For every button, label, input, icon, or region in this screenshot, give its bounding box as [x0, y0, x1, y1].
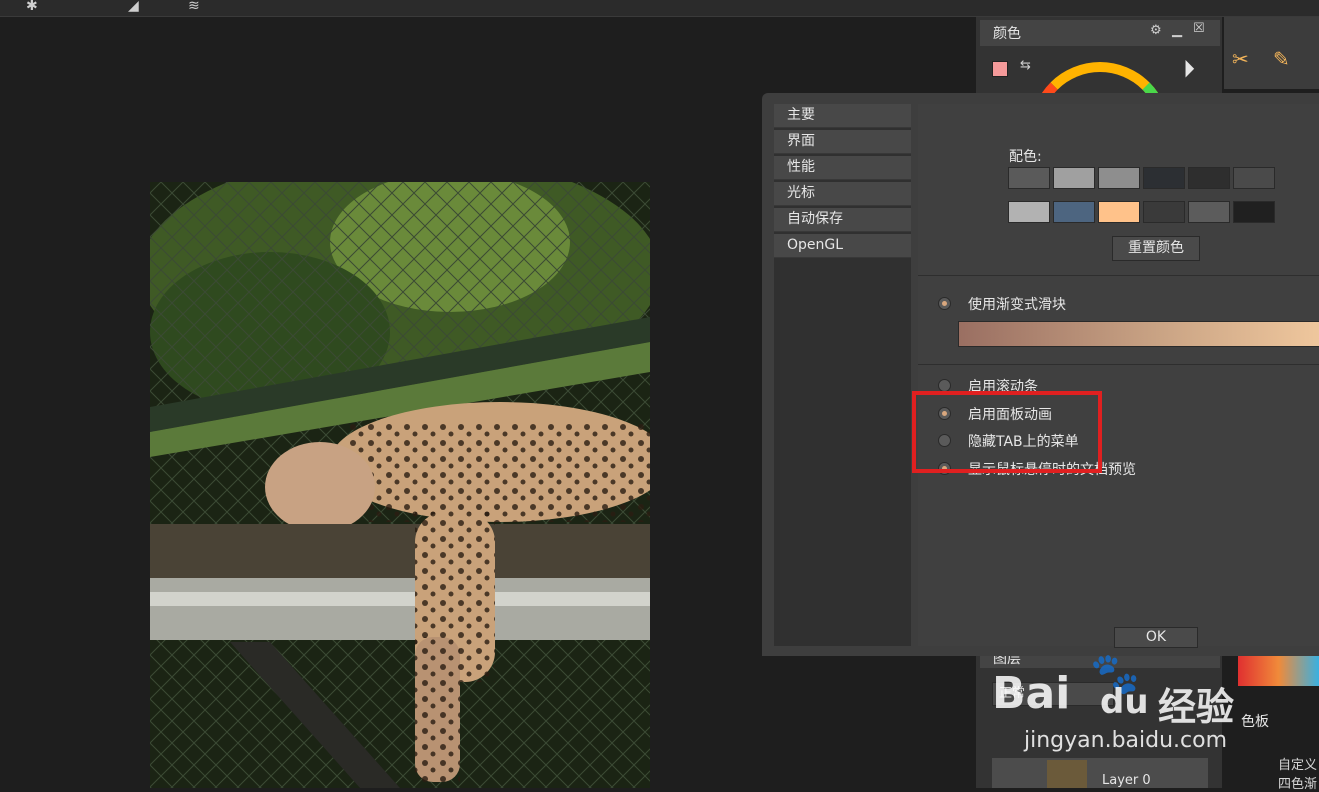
tools-icon[interactable]: ✂: [1232, 47, 1249, 71]
scheme-swatch[interactable]: [1233, 201, 1275, 223]
layer-thumbnail: [1047, 760, 1087, 788]
watermark-du: du: [1100, 682, 1149, 722]
fill-icon[interactable]: ≋: [188, 0, 200, 14]
gradient-slider-preview[interactable]: [958, 321, 1319, 347]
palette-item[interactable]: 自定义: [1278, 754, 1317, 773]
reset-colors-button[interactable]: 重置颜色: [1112, 236, 1200, 261]
scheme-swatch[interactable]: [1143, 167, 1185, 189]
watermark-jingyan: 经验: [1158, 685, 1235, 729]
watermark-url: jingyan.baidu.com: [1024, 728, 1228, 753]
foreground-color-swatch[interactable]: [992, 61, 1008, 77]
separator: [918, 275, 1319, 276]
canvas-image: [150, 182, 650, 788]
separator: [918, 364, 1319, 365]
brush-settings-icon[interactable]: ✎: [1273, 47, 1290, 71]
brush-icon[interactable]: ✱: [26, 0, 38, 14]
swap-colors-icon[interactable]: ⇆: [1020, 58, 1031, 73]
gradient-slider-radio[interactable]: [938, 297, 951, 310]
triangle-icon[interactable]: ◢: [128, 0, 139, 14]
palette-preview: [1238, 656, 1319, 686]
scheme-swatch[interactable]: [1008, 167, 1050, 189]
play-icon[interactable]: ⏵: [1183, 55, 1195, 83]
scheme-swatch[interactable]: [1053, 201, 1095, 223]
nav-item-performance[interactable]: 性能: [774, 156, 911, 180]
scheme-swatch[interactable]: [1053, 167, 1095, 189]
nav-item-interface[interactable]: 界面: [774, 130, 911, 154]
layer-row[interactable]: [992, 758, 1208, 788]
scheme-swatch[interactable]: [1143, 201, 1185, 223]
scheme-swatch[interactable]: [1008, 201, 1050, 223]
palette-panel-title: 色板: [1241, 714, 1269, 730]
close-icon[interactable]: ☒: [1193, 21, 1205, 36]
color-scheme-label: 配色:: [1009, 149, 1042, 165]
scheme-swatch[interactable]: [1188, 167, 1230, 189]
scheme-swatch[interactable]: [1098, 201, 1140, 223]
color-panel-title: 颜色: [993, 26, 1021, 42]
nav-item-autosave[interactable]: 自动保存: [774, 208, 911, 232]
watermark-brand: Bai: [992, 668, 1071, 719]
scheme-swatch[interactable]: [1098, 167, 1140, 189]
nav-item-main[interactable]: 主要: [774, 104, 911, 128]
minimize-icon[interactable]: ▁: [1172, 23, 1182, 38]
scheme-swatch[interactable]: [1188, 201, 1230, 223]
gradient-slider-label: 使用渐变式滑块: [968, 297, 1066, 313]
layer-name[interactable]: Layer 0: [1102, 773, 1151, 788]
gear-icon[interactable]: ⚙: [1150, 23, 1162, 38]
ok-button[interactable]: OK: [1114, 627, 1198, 648]
scheme-swatch[interactable]: [1233, 167, 1275, 189]
palette-item[interactable]: 四色渐: [1278, 773, 1317, 792]
highlight-box: [912, 391, 1102, 473]
nav-item-opengl[interactable]: OpenGL: [774, 234, 911, 258]
nav-item-cursor[interactable]: 光标: [774, 182, 911, 206]
